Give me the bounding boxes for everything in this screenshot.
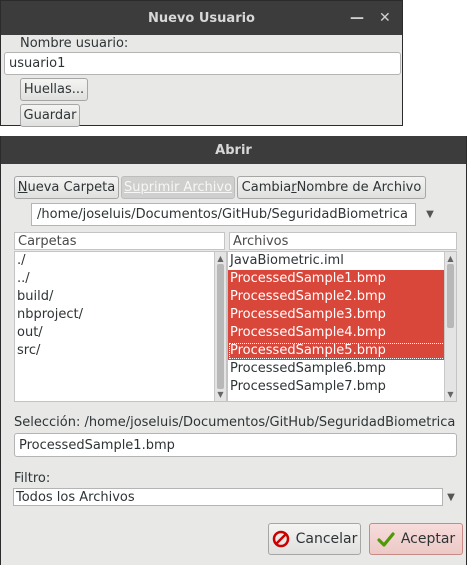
filter-combo[interactable]: Todos los Archivos [13,488,443,506]
folder-item[interactable]: ./ [15,252,226,270]
file-item[interactable]: ProcessedSample7.bmp [228,378,456,396]
close-icon[interactable]: ✕ [379,10,391,26]
username-label: Nombre usuario: [20,36,129,51]
username-input[interactable]: usuario1 [4,52,401,75]
delete-file-button[interactable]: Suprimir Archivo [121,176,235,199]
cancel-icon [272,530,289,548]
filter-value: Todos los Archivos [16,489,135,505]
files-scrollbar[interactable]: ▲ ▼ [444,252,456,401]
file-item[interactable]: JavaBiometric.iml [228,252,456,270]
new-folder-button[interactable]: Nueva Carpeta [14,176,119,199]
delete-file-label: Suprimir Archivo [123,180,233,195]
file-item[interactable]: ProcessedSample5.bmp [228,342,456,360]
folders-header[interactable]: Carpetas [14,232,225,250]
rename-file-button[interactable]: Cambia r Nombre de Archivo [237,176,426,199]
selection-input[interactable]: ProcessedSample1.bmp [14,433,457,457]
file-item[interactable]: ProcessedSample3.bmp [228,306,456,324]
scroll-down-icon[interactable]: ▼ [215,390,226,399]
files-header-label: Archivos [233,233,289,249]
file-item[interactable]: ProcessedSample4.bmp [228,324,456,342]
files-header[interactable]: Archivos [229,232,457,250]
scroll-up-icon[interactable]: ▲ [445,254,456,263]
path-value: /home/joseluis/Documentos/GitHub/Segurid… [37,207,408,222]
minimize-icon[interactable]: — [350,10,364,26]
cancel-button[interactable]: Cancelar [268,523,361,555]
selection-label: Selección: /home/joseluis/Documentos/Git… [14,415,456,430]
folders-scrollbar[interactable]: ▲ ▼ [214,252,226,401]
rename-label-a: Cambia [241,180,292,195]
scroll-thumb[interactable] [447,264,454,328]
files-list[interactable]: JavaBiometric.iml ProcessedSample1.bmp Pro… [227,251,457,402]
guardar-button-label: Guardar [23,108,77,123]
accept-button[interactable]: Aceptar [369,523,463,555]
rename-label-b: Nombre de Archivo [296,180,422,195]
huellas-button-label: Huellas... [23,82,85,97]
folder-item[interactable]: build/ [15,288,226,306]
chevron-down-icon[interactable]: ▼ [421,203,439,226]
scroll-up-icon[interactable]: ▲ [215,254,226,263]
guardar-button[interactable]: Guardar [20,104,80,127]
chevron-down-icon[interactable]: ▼ [444,488,458,506]
folder-item[interactable]: src/ [15,342,226,360]
cancel-button-label: Cancelar [295,531,358,547]
file-item[interactable]: ProcessedSample6.bmp [228,360,456,378]
huellas-button[interactable]: Huellas... [20,78,88,101]
file-item[interactable]: ProcessedSample1.bmp [228,270,456,288]
folders-list[interactable]: ./../build/nbproject/out/src/ [14,251,227,402]
scroll-thumb[interactable] [217,264,224,389]
selection-value: ProcessedSample1.bmp [19,437,175,453]
title-bar[interactable]: Abrir [1,136,466,164]
dialog-title: Abrir [215,142,252,158]
nuevo-usuario-window: Nuevo Usuario — ✕ Nombre usuario: usuari… [0,0,403,127]
checkmark-icon [377,532,395,547]
path-combo[interactable]: /home/joseluis/Documentos/GitHub/Segurid… [31,203,416,226]
title-bar[interactable]: Nuevo Usuario [1,1,402,35]
accept-button-label: Aceptar [400,531,456,547]
username-value: usuario1 [9,56,66,71]
folders-header-label: Carpetas [18,233,77,249]
file-item[interactable]: ProcessedSample2.bmp [228,288,456,306]
filter-label: Filtro: [14,471,51,486]
folder-item[interactable]: nbproject/ [15,306,226,324]
folder-item[interactable]: out/ [15,324,226,342]
folder-item[interactable]: ../ [15,270,226,288]
new-folder-mnemonic: N [17,180,28,195]
window-title: Nuevo Usuario [147,10,255,26]
scroll-down-icon[interactable]: ▼ [445,390,456,399]
abrir-dialog: Abrir Nueva Carpeta Suprimir Archivo Cam… [0,136,467,565]
new-folder-label: ueva Carpeta [27,180,116,195]
